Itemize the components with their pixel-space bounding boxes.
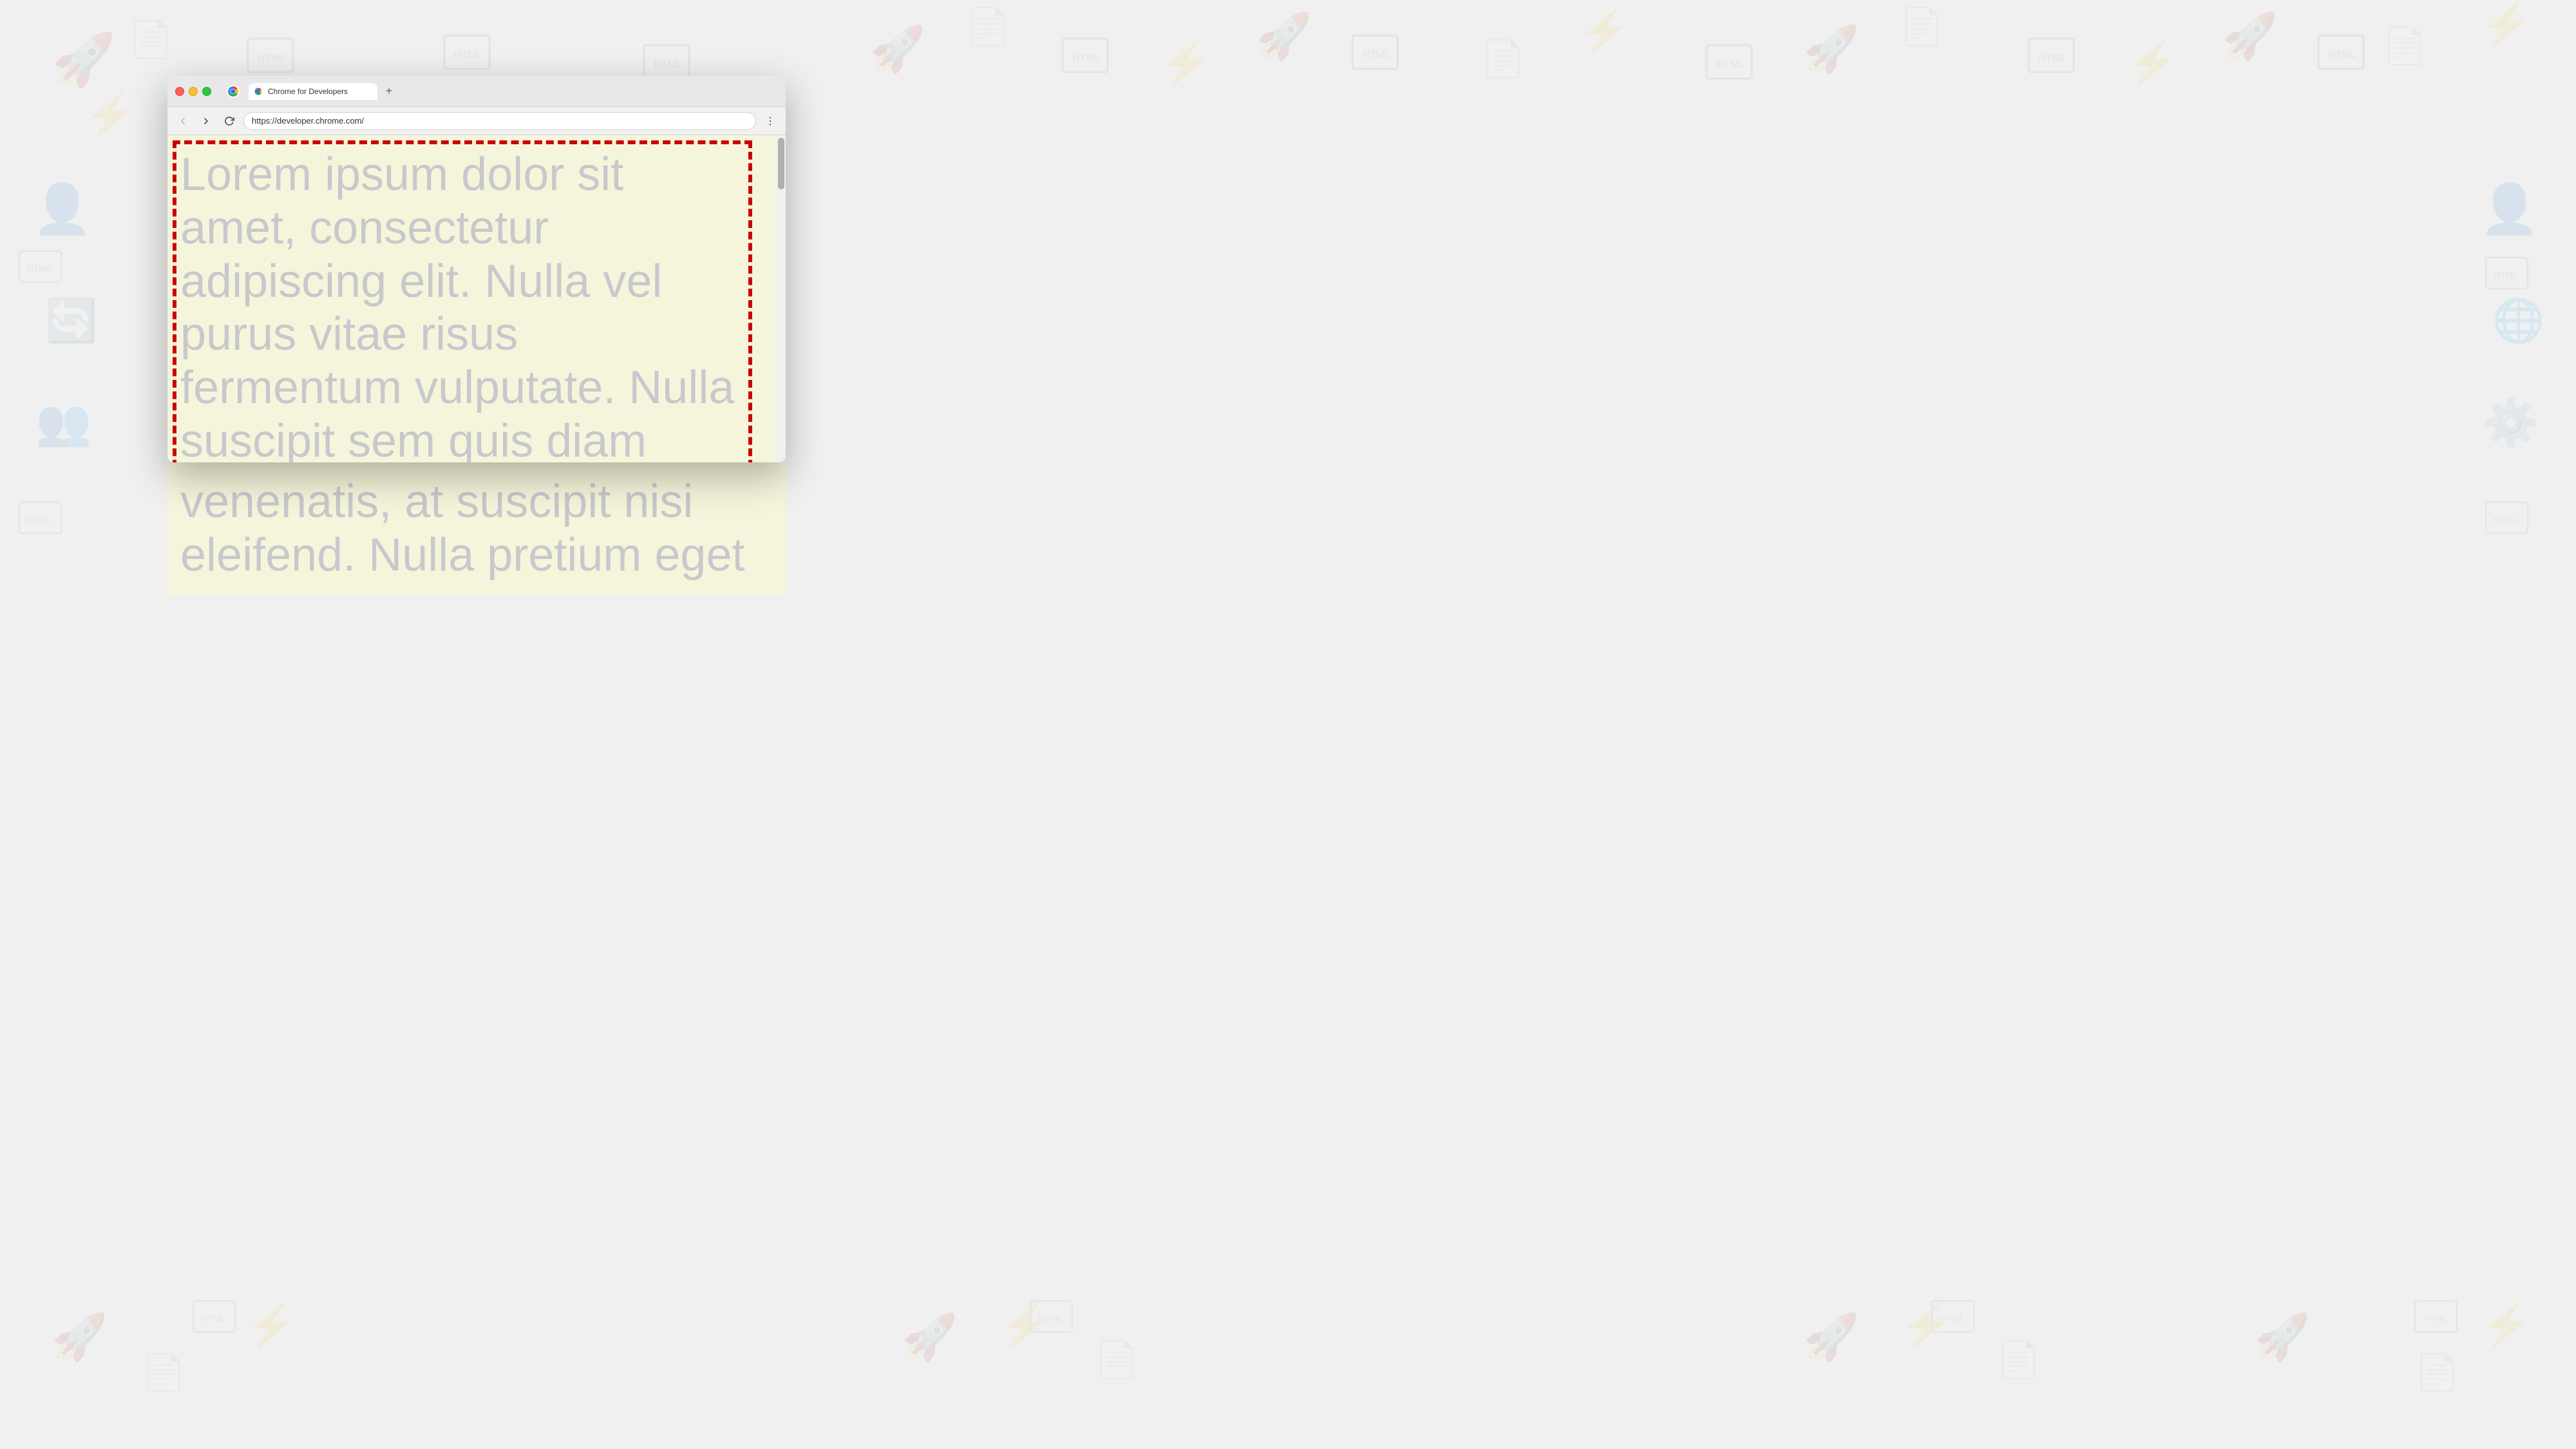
svg-text:HTML: HTML: [27, 263, 52, 274]
svg-text:👤: 👤: [32, 182, 92, 236]
close-button[interactable]: [175, 87, 184, 96]
browser-menu-button[interactable]: [761, 112, 779, 130]
new-tab-button[interactable]: +: [380, 82, 398, 100]
svg-text:⚡: ⚡: [998, 1302, 1050, 1350]
lorem-ipsum-text: Lorem ipsum dolor sit amet, consectetur …: [167, 135, 753, 462]
svg-text:⚡: ⚡: [1578, 7, 1630, 56]
svg-text:📄: 📄: [1900, 6, 1944, 47]
svg-text:🚀: 🚀: [1256, 10, 1312, 62]
svg-text:HTML: HTML: [2494, 270, 2518, 280]
svg-text:🌐: 🌐: [2492, 297, 2544, 345]
svg-text:⚡: ⚡: [1159, 39, 1211, 88]
svg-text:HTML: HTML: [2038, 53, 2067, 64]
tab-title: Chrome for Developers: [268, 87, 348, 96]
svg-text:HTML: HTML: [201, 1313, 225, 1323]
svg-text:⚡: ⚡: [2479, 1, 2532, 50]
nav-bar: https://developer.chrome.com/: [167, 107, 786, 135]
svg-text:🚀: 🚀: [869, 23, 925, 75]
svg-text:📄: 📄: [2383, 26, 2427, 66]
svg-text:🚀: 🚀: [902, 1311, 958, 1363]
svg-text:📄: 📄: [1095, 1340, 1139, 1380]
svg-text:🔄: 🔄: [45, 297, 97, 345]
reload-button[interactable]: [220, 112, 238, 130]
below-fold-content: venenatis, at suscipit nisi eleifend. Nu…: [167, 462, 786, 595]
svg-text:📄: 📄: [129, 19, 173, 60]
svg-text:HTML: HTML: [654, 59, 682, 70]
svg-text:📄: 📄: [142, 1352, 185, 1393]
svg-text:HTML: HTML: [1940, 1313, 1964, 1323]
svg-text:🚀: 🚀: [1803, 1311, 1859, 1363]
svg-text:HTML: HTML: [27, 515, 52, 525]
chrome-logo-icon: [227, 85, 240, 98]
svg-text:📄: 📄: [966, 6, 1010, 47]
svg-text:📄: 📄: [2415, 1352, 2459, 1393]
svg-text:🚀: 🚀: [52, 1311, 108, 1363]
forward-button[interactable]: [197, 112, 215, 130]
svg-text:HTML: HTML: [1038, 1313, 1063, 1323]
page-content: Lorem ipsum dolor sit amet, consectetur …: [167, 135, 786, 462]
svg-text:⚡: ⚡: [2479, 1302, 2532, 1350]
svg-text:🚀: 🚀: [2222, 10, 2278, 62]
svg-text:🚀: 🚀: [1803, 23, 1859, 75]
svg-text:⚡: ⚡: [1900, 1302, 1952, 1350]
svg-text:HTML: HTML: [454, 50, 482, 61]
browser-window: Chrome for Developers + https://develope…: [167, 76, 786, 462]
tab-area: Chrome for Developers +: [249, 82, 778, 100]
svg-text:⚡: ⚡: [84, 91, 136, 140]
scrollbar-track[interactable]: [777, 135, 786, 462]
svg-text:⚡: ⚡: [2125, 39, 2177, 88]
svg-text:HTML: HTML: [2423, 1313, 2447, 1323]
svg-text:HTML: HTML: [1716, 59, 1745, 70]
svg-text:HTML: HTML: [1362, 50, 1390, 61]
svg-text:👥: 👥: [35, 397, 91, 448]
minimize-button[interactable]: [189, 87, 198, 96]
lorem-text-content: Lorem ipsum dolor sit amet, consectetur …: [180, 149, 734, 462]
svg-text:HTML: HTML: [258, 53, 286, 64]
svg-text:HTML: HTML: [1072, 53, 1101, 64]
svg-text:👤: 👤: [2479, 182, 2539, 236]
svg-text:⚡: ⚡: [245, 1302, 297, 1350]
svg-text:📄: 📄: [1996, 1340, 2040, 1380]
tab-favicon: [254, 87, 263, 96]
svg-text:HTML: HTML: [2494, 515, 2518, 525]
svg-text:📄: 📄: [1481, 39, 1525, 79]
maximize-button[interactable]: [202, 87, 211, 96]
traffic-lights: [175, 87, 211, 96]
svg-text:HTML: HTML: [2328, 50, 2356, 61]
title-bar: Chrome for Developers +: [167, 76, 786, 107]
svg-text:🚀: 🚀: [52, 30, 116, 89]
scrollbar-thumb[interactable]: [778, 138, 784, 189]
back-button[interactable]: [174, 112, 192, 130]
url-text: https://developer.chrome.com/: [252, 116, 748, 126]
svg-text:🚀: 🚀: [2254, 1311, 2310, 1363]
active-tab[interactable]: Chrome for Developers: [249, 83, 377, 100]
svg-text:⚙️: ⚙️: [2483, 397, 2539, 448]
address-bar[interactable]: https://developer.chrome.com/: [243, 112, 756, 130]
below-fold-text: venenatis, at suscipit nisi eleifend. Nu…: [180, 475, 773, 582]
